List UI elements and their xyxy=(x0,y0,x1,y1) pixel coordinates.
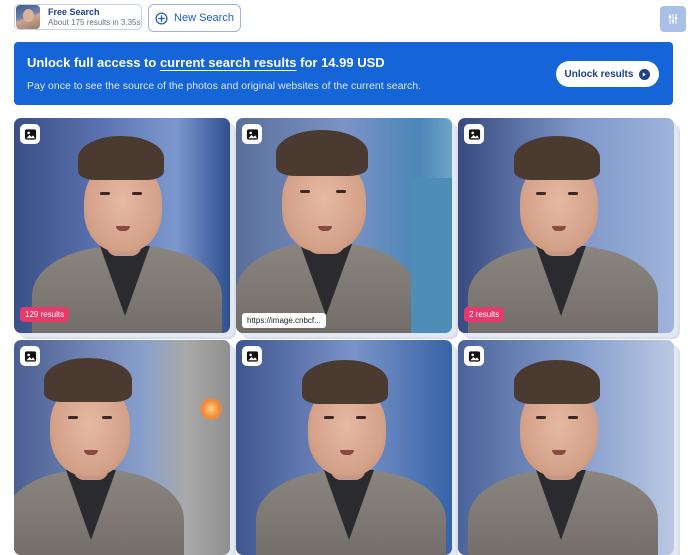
image-icon xyxy=(242,346,262,366)
result-card[interactable] xyxy=(458,340,674,555)
banner-title-prefix: Unlock full access to xyxy=(27,55,160,70)
image-icon xyxy=(242,124,262,144)
top-bar: Free Search About 175 results in 3.35s N… xyxy=(14,4,686,32)
image-icon xyxy=(464,124,484,144)
search-chip-title: Free Search xyxy=(48,6,100,17)
image-icon xyxy=(464,346,484,366)
image-icon xyxy=(20,346,40,366)
unlock-banner: Unlock full access to current search res… xyxy=(14,42,673,105)
result-photo xyxy=(236,118,452,333)
results-count-badge: 2 results xyxy=(464,307,505,322)
filter-button[interactable] xyxy=(660,6,686,32)
current-search-results-link[interactable]: current search results xyxy=(160,55,297,70)
result-card[interactable]: 129 results xyxy=(14,118,230,333)
new-search-button[interactable]: New Search xyxy=(148,4,241,32)
banner-title-suffix: for 14.99 USD xyxy=(296,55,385,70)
result-photo xyxy=(458,340,674,555)
image-icon xyxy=(20,124,40,144)
new-search-label: New Search xyxy=(174,12,234,24)
unlock-results-label: Unlock results xyxy=(564,68,634,80)
search-summary-chip[interactable]: Free Search About 175 results in 3.35s xyxy=(14,4,142,30)
result-photo xyxy=(458,118,674,333)
sliders-icon xyxy=(668,14,678,24)
plus-circle-icon xyxy=(155,11,168,25)
result-photo xyxy=(236,340,452,555)
result-photo xyxy=(14,118,230,333)
result-card[interactable] xyxy=(236,340,452,555)
result-card[interactable] xyxy=(14,340,230,555)
results-count-badge: 129 results xyxy=(20,307,70,322)
result-card[interactable]: https://image.cnbcf... xyxy=(236,118,452,333)
result-photo xyxy=(14,340,230,555)
arrow-right-circle-icon xyxy=(639,68,651,80)
banner-title: Unlock full access to current search res… xyxy=(27,55,385,70)
banner-subtitle: Pay once to see the source of the photos… xyxy=(27,80,421,92)
search-chip-subtitle: About 175 results in 3.35s xyxy=(48,17,141,27)
result-card[interactable]: 2 results xyxy=(458,118,674,333)
source-url-chip[interactable]: https://image.cnbcf... xyxy=(242,313,326,328)
search-thumbnail xyxy=(16,5,40,29)
unlock-results-button[interactable]: Unlock results xyxy=(556,61,659,87)
